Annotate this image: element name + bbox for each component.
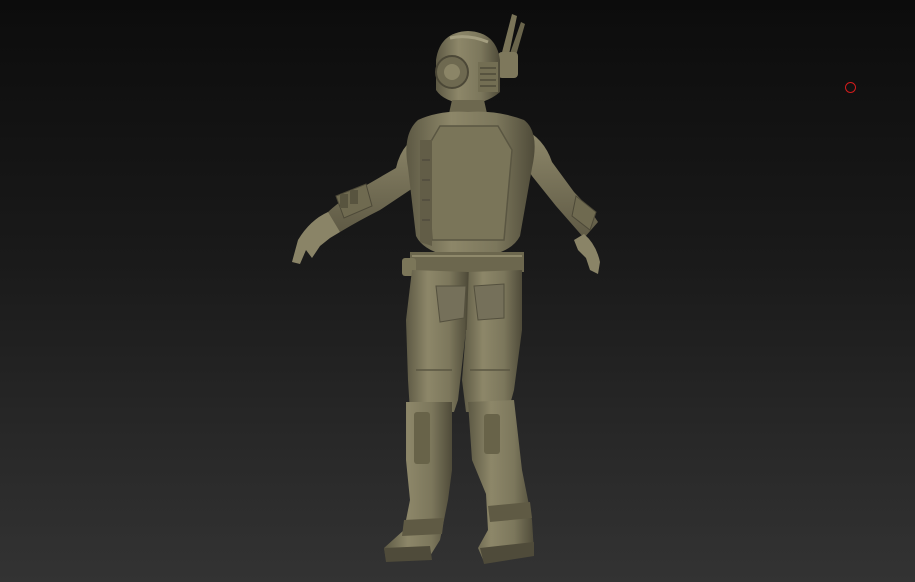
character-model[interactable] [0, 0, 915, 582]
helmet [435, 31, 500, 104]
helmet-antenna [498, 14, 525, 78]
brush-cursor-ring-icon [845, 82, 856, 93]
sculpt-viewport[interactable] [0, 0, 915, 582]
torso [406, 111, 535, 259]
right-boot [468, 400, 534, 564]
left-boot [384, 402, 452, 562]
pants [406, 270, 522, 412]
